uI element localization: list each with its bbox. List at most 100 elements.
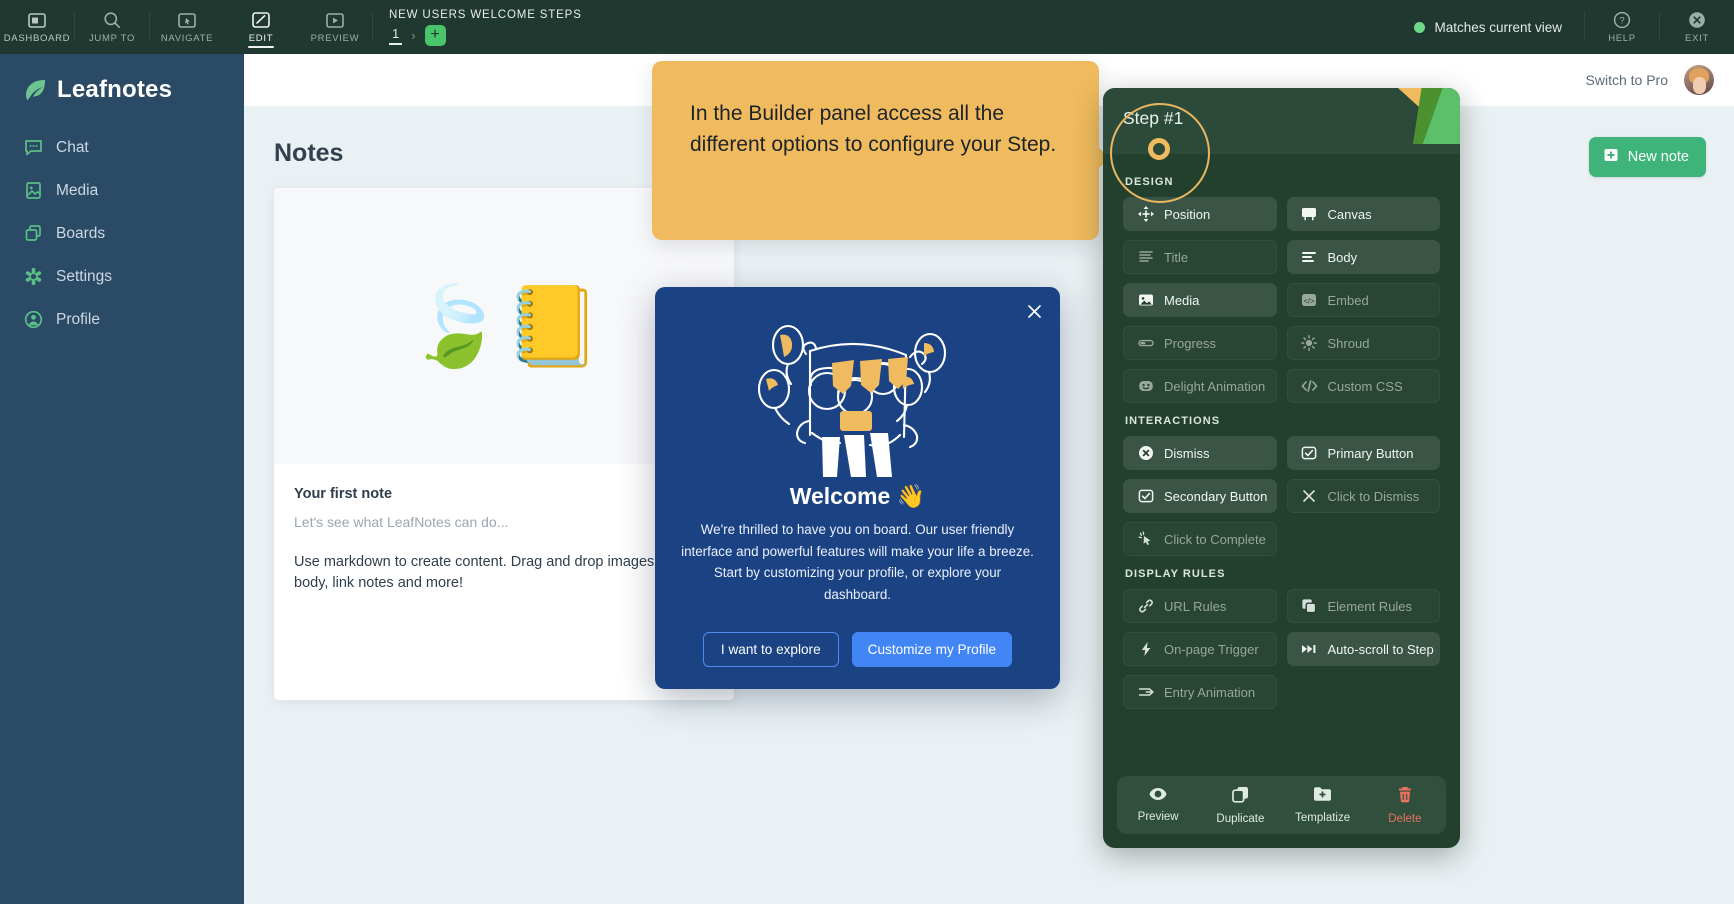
toolbar-preview-label: PREVIEW [310,32,360,44]
option-dismiss[interactable]: Dismiss [1123,436,1277,470]
builder-panel: Step #1 DESIGN Position Canvas Title Bod… [1103,88,1460,848]
toolbar-dashboard[interactable]: DASHBOARD [0,0,74,54]
sidebar-item-media-label: Media [56,181,99,199]
app-sidebar: Leafnotes Chat Media Boards Settings Pro… [0,54,244,904]
toolbar-exit[interactable]: EXIT [1660,0,1734,54]
canvas-icon [1301,206,1318,223]
option-click-to-complete-label: Click to Complete [1164,531,1266,547]
interactions-options-grid: Dismiss Primary Button Secondary Button … [1123,436,1440,556]
switch-to-pro-link[interactable]: Switch to Pro [1586,72,1668,88]
option-title-label: Title [1164,249,1189,265]
arrow-in-icon [1137,684,1154,701]
option-primary-button[interactable]: Primary Button [1286,436,1440,470]
sidebar-item-profile[interactable]: Profile [0,298,244,341]
sidebar-item-profile-label: Profile [56,310,100,328]
avatar[interactable] [1684,65,1714,95]
option-entry-animation[interactable]: Entry Animation [1123,675,1277,709]
templatize-step-button[interactable]: Templatize [1282,786,1364,824]
add-step-button[interactable]: + [424,24,446,46]
sun-icon [1301,335,1318,352]
option-dismiss-label: Dismiss [1164,445,1210,461]
sidebar-item-chat[interactable]: Chat [0,126,244,169]
toolbar-help[interactable]: ? HELP [1585,0,1659,54]
option-delight-animation-label: Delight Animation [1164,378,1266,394]
option-embed[interactable]: </> Embed [1286,283,1440,317]
builder-callout: In the Builder panel access all the diff… [652,61,1110,240]
toolbar-jump-to[interactable]: JUMP TO [75,0,149,54]
preview-step-button[interactable]: Preview [1117,787,1199,823]
code-slash-icon [1301,378,1318,395]
toolbar-preview[interactable]: PREVIEW [298,0,372,54]
option-shroud[interactable]: Shroud [1286,326,1440,360]
search-icon [103,11,121,30]
title-lines-icon [1137,249,1154,266]
page-title: Notes [274,139,344,167]
toolbar-help-label: HELP [1608,32,1636,44]
toolbar-dashboard-label: DASHBOARD [3,32,71,44]
welcome-modal: Welcome 👋 We're thrilled to have you on … [655,287,1060,689]
option-click-to-complete[interactable]: Click to Complete [1123,522,1277,556]
option-position-label: Position [1164,206,1211,222]
welcome-paragraph: We're thrilled to have you on board. Our… [681,522,1034,603]
option-body-label: Body [1327,249,1358,265]
option-on-page-trigger[interactable]: On-page Trigger [1123,632,1277,666]
option-element-rules-label: Element Rules [1327,598,1413,614]
option-custom-css[interactable]: Custom CSS [1286,369,1440,403]
current-step-number[interactable]: 1 [389,26,403,45]
duplicate-step-button[interactable]: Duplicate [1199,786,1281,825]
customize-profile-button[interactable]: Customize my Profile [851,631,1013,667]
close-circle-icon [1688,11,1706,30]
sidebar-item-media[interactable]: Media [0,169,244,212]
toolbar-navigate[interactable]: NAVIGATE [150,0,224,54]
builder-panel-footer: Preview Duplicate Templatize Delete [1117,776,1446,834]
sidebar-item-settings[interactable]: Settings [0,255,244,298]
chat-icon [24,138,43,157]
explore-button[interactable]: I want to explore [702,631,839,667]
cursor-box-icon [178,11,196,30]
chevron-right-icon[interactable]: › [411,28,415,43]
option-delight-animation[interactable]: Delight Animation [1123,369,1277,403]
option-url-rules[interactable]: URL Rules [1123,589,1277,623]
option-body[interactable]: Body [1286,240,1440,274]
option-secondary-button[interactable]: Secondary Button [1123,479,1277,513]
profile-icon [24,310,43,329]
boards-icon [24,224,43,243]
sidebar-item-boards[interactable]: Boards [0,212,244,255]
welcome-title: Welcome 👋 [789,483,926,509]
sidebar-item-boards-label: Boards [56,224,106,242]
option-shroud-label: Shroud [1327,335,1370,351]
pencil-box-icon [252,11,270,30]
note-title: Your first note [294,486,393,502]
option-click-to-dismiss[interactable]: Click to Dismiss [1286,479,1440,513]
note-text: Use markdown to create content. Drag and… [294,554,694,591]
option-progress[interactable]: Progress [1123,326,1277,360]
delete-step-button[interactable]: Delete [1364,786,1446,825]
click-cursor-icon [1137,531,1154,548]
option-element-rules[interactable]: Element Rules [1286,589,1440,623]
option-progress-label: Progress [1164,335,1217,351]
status-dot-icon [1414,21,1426,33]
close-icon[interactable] [1022,299,1046,323]
option-position[interactable]: Position [1123,197,1277,231]
option-canvas[interactable]: Canvas [1286,197,1440,231]
option-media-label: Media [1164,292,1200,308]
help-circle-icon: ? [1613,11,1631,30]
brand-name: Leafnotes [57,76,173,103]
new-note-button[interactable]: New note [1588,137,1706,177]
celebration-illustration [655,287,1060,477]
toolbar-exit-label: EXIT [1685,32,1709,44]
option-media[interactable]: Media [1123,283,1277,317]
checkbox-icon [1137,488,1154,505]
eye-icon [1149,787,1167,806]
skip-forward-icon [1301,641,1318,658]
option-primary-button-label: Primary Button [1327,445,1414,461]
toolbar-edit[interactable]: EDIT [224,0,298,54]
option-title[interactable]: Title [1123,240,1277,274]
option-auto-scroll-to-step[interactable]: Auto-scroll to Step [1286,632,1440,666]
option-secondary-button-label: Secondary Button [1164,488,1268,504]
builder-panel-header: Step #1 [1103,88,1460,154]
option-embed-label: Embed [1327,292,1369,308]
templatize-step-label: Templatize [1295,812,1351,824]
toolbar-right-group: Matches current view ? HELP EXIT [1392,0,1734,54]
option-click-to-dismiss-label: Click to Dismiss [1327,488,1420,504]
